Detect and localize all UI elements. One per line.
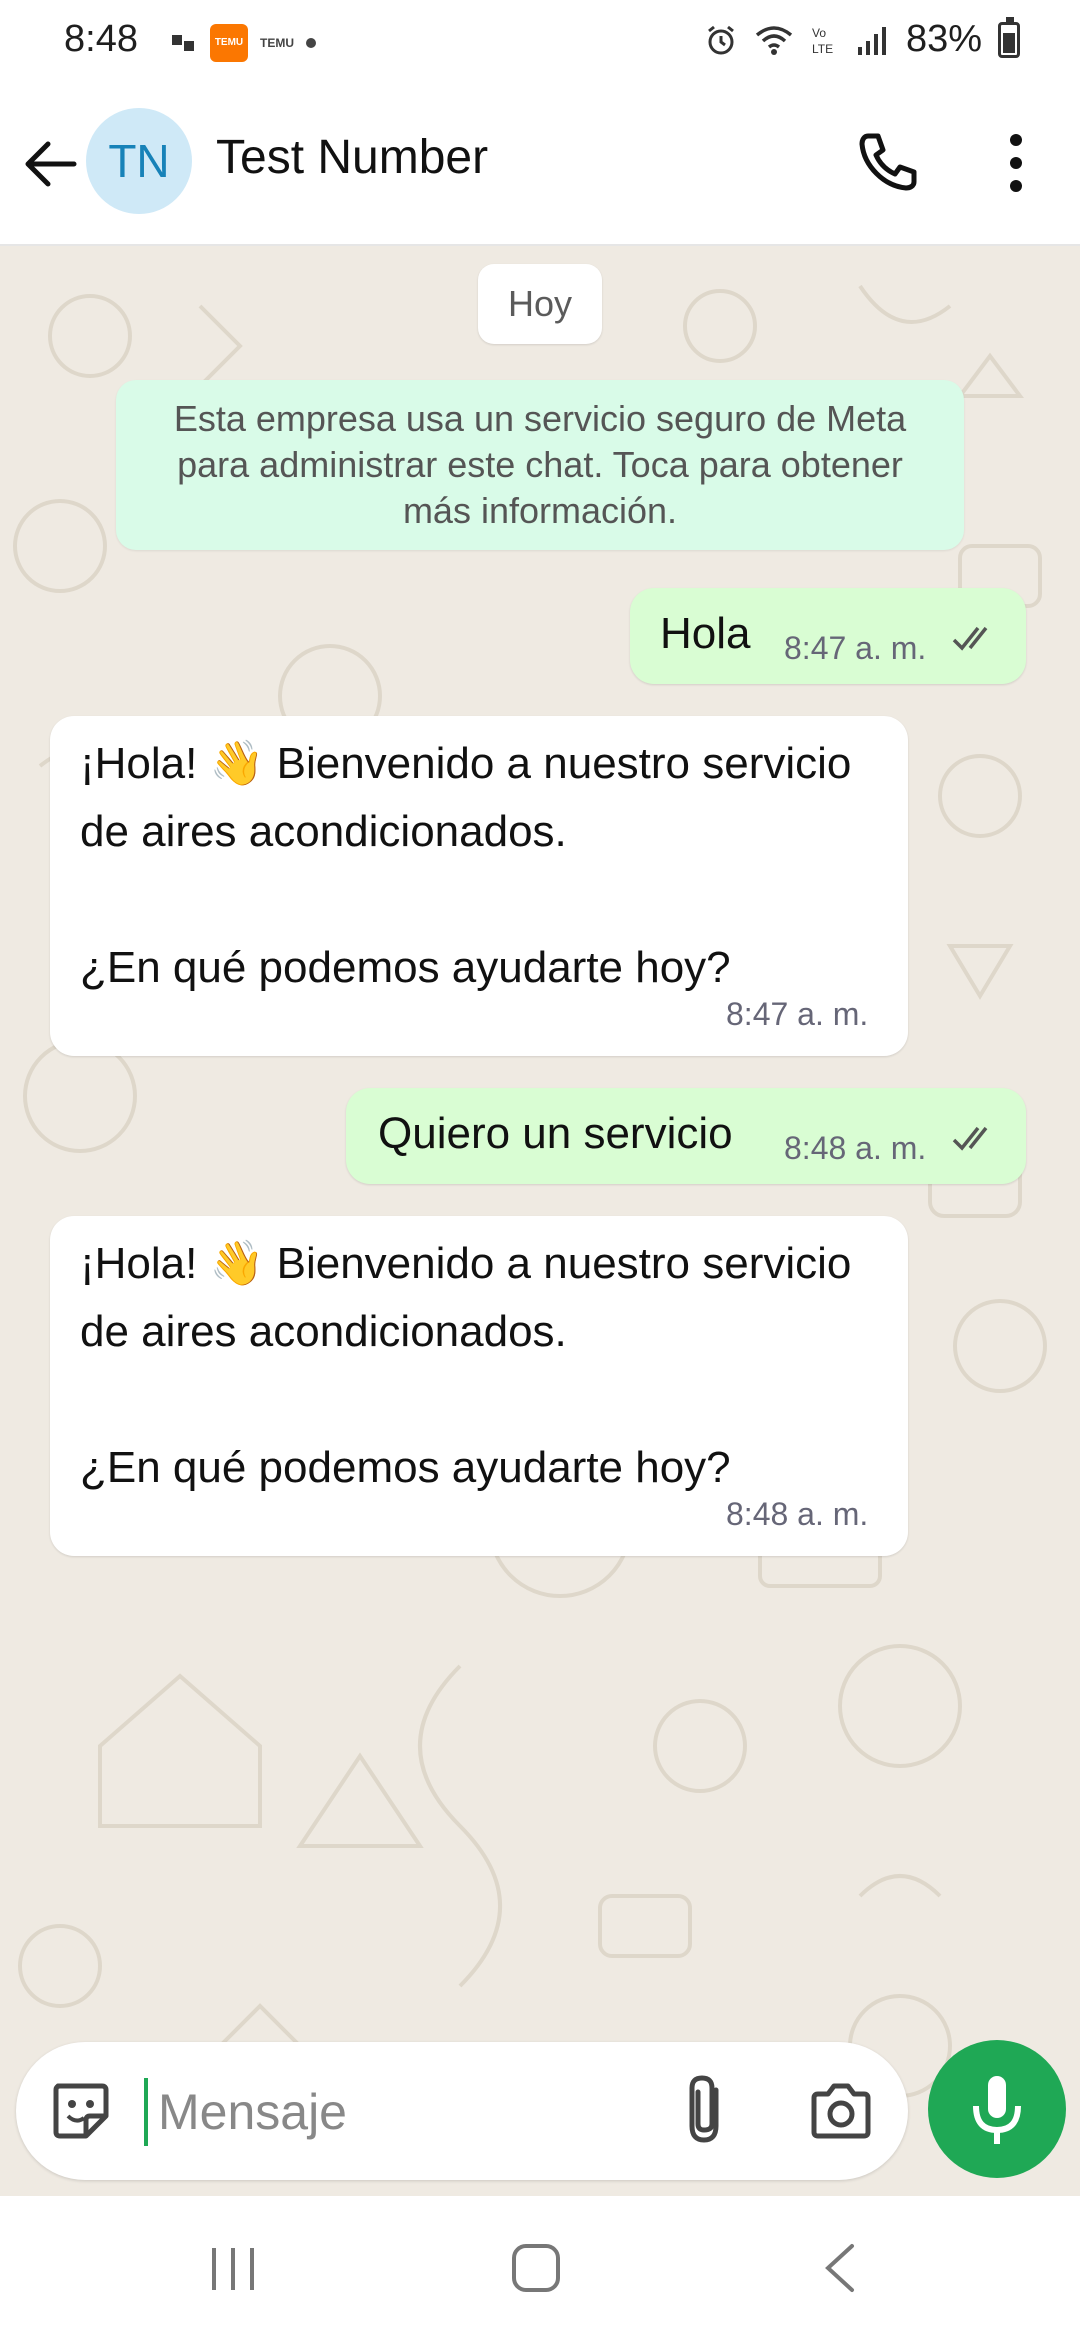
sticker-icon[interactable] [46, 2076, 116, 2146]
business-notice[interactable]: Esta empresa usa un servicio seguro de M… [116, 380, 964, 550]
message-bubble-incoming[interactable]: ¡Hola! 👋 Bienvenido a nuestro servicio d… [50, 716, 908, 1056]
more-options-icon[interactable] [996, 128, 1036, 198]
message-time: 8:47 a. m. [784, 630, 927, 666]
battery-icon [998, 16, 1020, 58]
message-bubble-outgoing[interactable]: Quiero un servicio 8:48 a. m. [346, 1088, 1026, 1184]
dot-icon [306, 38, 316, 48]
wifi-icon [755, 25, 793, 55]
signal-icon [857, 26, 886, 55]
message-time: 8:48 a. m. [784, 1130, 927, 1166]
message-text: ¡Hola! 👋 Bienvenido a nuestro servicio d… [80, 739, 852, 992]
camera-icon[interactable] [806, 2076, 876, 2146]
date-chip: Hoy [478, 264, 602, 344]
status-time: 8:48 [64, 18, 138, 60]
back-arrow-icon[interactable] [18, 134, 88, 194]
system-icons: Vo LTE 83% [704, 16, 1020, 61]
nav-back-icon[interactable] [820, 2242, 860, 2294]
status-bar: 8:48 TEMU TEMU Vo LTE 83% [0, 0, 1080, 84]
read-receipt-icon [952, 626, 988, 651]
chat-header: TN Test Number [0, 84, 1080, 246]
message-bubble-outgoing[interactable]: Hola 8:47 a. m. [630, 588, 1026, 684]
system-nav-bar [0, 2196, 1080, 2340]
message-text: Hola [660, 609, 751, 658]
message-bubble-incoming[interactable]: ¡Hola! 👋 Bienvenido a nuestro servicio d… [50, 1216, 908, 1556]
notification-icons: TEMU TEMU [170, 24, 316, 62]
temu-icon: TEMU [210, 24, 248, 62]
message-text: Quiero un servicio [378, 1109, 733, 1158]
phone-icon[interactable] [852, 126, 922, 196]
home-icon[interactable] [510, 2242, 562, 2294]
message-time: 8:48 a. m. [726, 1496, 869, 1532]
svg-text:LTE: LTE [812, 42, 833, 56]
text-cursor [144, 2078, 148, 2146]
voice-message-button[interactable] [928, 2040, 1066, 2178]
message-time: 8:47 a. m. [726, 996, 869, 1032]
microphone-icon [973, 2076, 1021, 2144]
contact-name[interactable]: Test Number [216, 130, 488, 185]
svg-text:Vo: Vo [812, 26, 826, 40]
temu-icon: TEMU [260, 36, 294, 50]
recent-apps-icon[interactable] [208, 2244, 258, 2294]
message-composer [16, 2042, 908, 2180]
alarm-icon [708, 25, 734, 54]
battery-percent: 83% [905, 18, 982, 60]
volte-icon: Vo LTE [812, 26, 833, 56]
message-input[interactable] [156, 2070, 620, 2154]
message-text: ¡Hola! 👋 Bienvenido a nuestro servicio d… [80, 1239, 852, 1492]
attach-icon[interactable] [676, 2070, 736, 2150]
gallery-icon [172, 35, 194, 51]
read-receipt-icon [952, 1126, 988, 1151]
chat-area[interactable]: Hoy Esta empresa usa un servicio seguro … [0, 246, 1080, 2196]
avatar[interactable]: TN [86, 108, 192, 214]
